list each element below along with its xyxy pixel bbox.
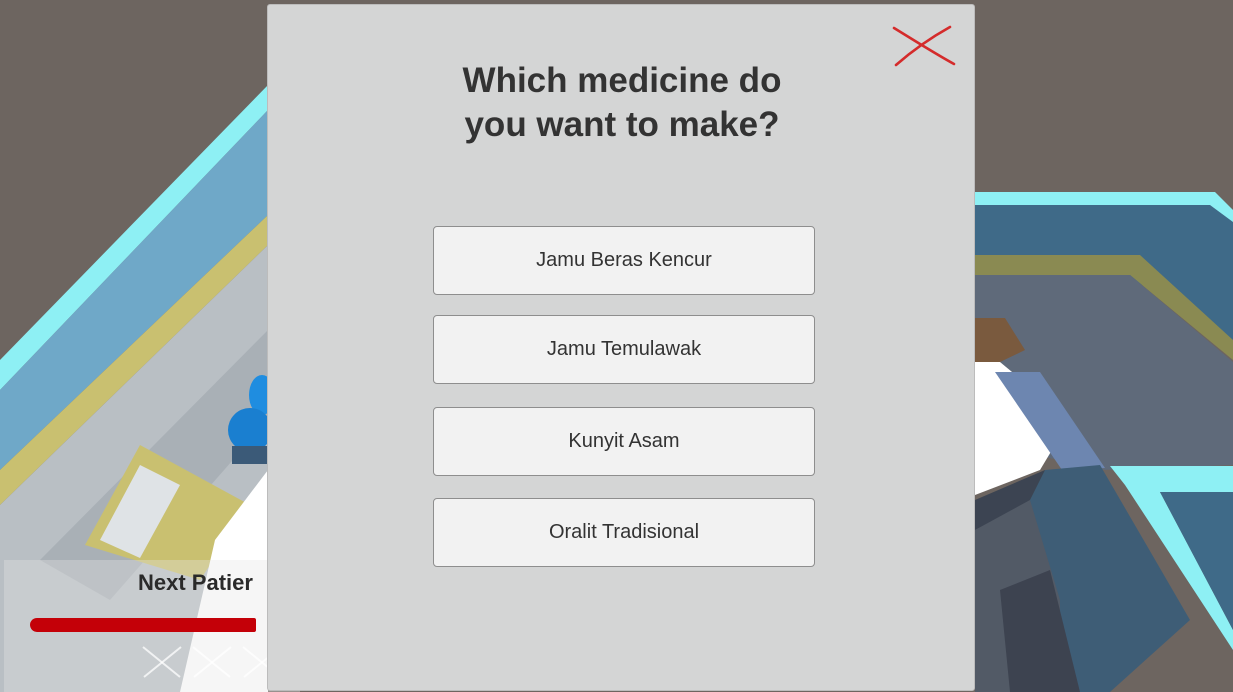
strike-indicators: [140, 644, 284, 684]
strike-cross-icon: [190, 644, 234, 680]
patient-seat: [232, 446, 268, 464]
next-patient-label: Next Patier: [138, 570, 253, 595]
patient-character-body: [228, 408, 272, 452]
option-label: Jamu Temulawak: [546, 338, 702, 360]
strike-cross-icon: [140, 644, 184, 680]
dialog-title: Which medicine do you want to make?: [462, 61, 782, 144]
option-oralit-tradisional-button[interactable]: Oralit Tradisional: [433, 498, 815, 567]
option-label: Jamu Beras Kencur: [536, 249, 712, 271]
option-label: Oralit Tradisional: [548, 521, 700, 543]
patient-hud: Next Patier: [0, 560, 300, 692]
medicine-selection-dialog: Which medicine do you want to make? Jamu…: [267, 4, 975, 691]
close-button[interactable]: [892, 25, 956, 67]
option-kunyit-asam-button[interactable]: Kunyit Asam: [433, 407, 815, 476]
option-jamu-temulawak-button[interactable]: Jamu Temulawak: [433, 315, 815, 384]
game-screen: Next Patier Which medicine do you want t…: [0, 0, 1233, 692]
option-jamu-beras-kencur-button[interactable]: Jamu Beras Kencur: [433, 226, 815, 295]
close-x-icon: [892, 25, 956, 67]
patient-timer-fill: [30, 618, 256, 632]
option-label: Kunyit Asam: [568, 430, 680, 452]
patient-timer-bar: [30, 618, 256, 632]
